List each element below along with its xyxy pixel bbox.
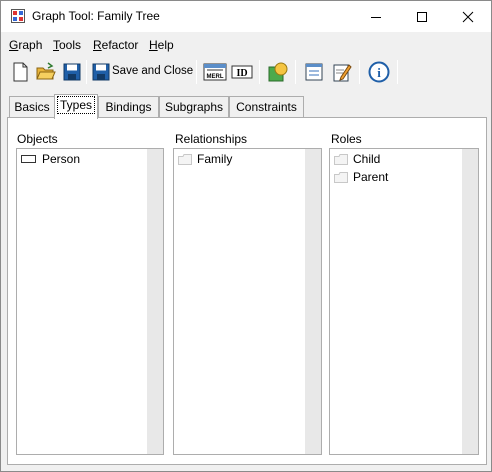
menu-tools[interactable]: Tools	[53, 38, 81, 52]
svg-text:ID: ID	[236, 68, 247, 79]
list-item-parent[interactable]: Parent	[334, 169, 388, 185]
objects-label: Objects	[17, 132, 58, 146]
save-button[interactable]	[60, 60, 84, 84]
maximize-button[interactable]	[399, 1, 445, 32]
form-button[interactable]	[302, 60, 326, 84]
minimize-button[interactable]	[353, 1, 399, 32]
relationships-scrollbar[interactable]	[305, 149, 321, 454]
merl-button[interactable]: MERL	[202, 60, 228, 84]
open-folder-icon	[36, 62, 56, 80]
info-button[interactable]: i	[367, 60, 391, 84]
relationship-type-icon	[178, 154, 192, 165]
tab-subgraphs[interactable]: Subgraphs	[159, 96, 229, 117]
menu-graph[interactable]: Graph	[9, 38, 42, 52]
role-type-icon	[334, 154, 348, 165]
save-and-close-button[interactable]	[89, 60, 113, 84]
object-type-icon	[21, 155, 36, 163]
floppy-save-icon	[92, 63, 110, 81]
id-button[interactable]: ID	[230, 60, 254, 84]
minimize-icon	[371, 16, 381, 18]
toolbar-separator	[259, 60, 260, 84]
toolbar-separator	[86, 60, 87, 84]
graph-tool-window: Graph Tool: Family Tree Graph Tools Refa…	[0, 0, 492, 472]
tab-types[interactable]: Types	[54, 94, 98, 119]
save-and-close-label[interactable]: Save and Close	[112, 65, 193, 77]
roles-label: Roles	[331, 132, 362, 146]
menu-refactor[interactable]: Refactor	[93, 38, 138, 52]
close-icon	[462, 11, 474, 22]
roles-list[interactable]: Child Parent	[329, 148, 479, 455]
close-button[interactable]	[445, 1, 491, 32]
floppy-save-icon	[63, 63, 81, 81]
tab-constraints[interactable]: Constraints	[229, 96, 304, 117]
objects-list[interactable]: Person	[16, 148, 164, 455]
toolbar-separator	[359, 60, 360, 84]
relationships-label: Relationships	[175, 132, 248, 146]
tab-basics[interactable]: Basics	[9, 96, 55, 117]
id-icon: ID	[231, 65, 253, 79]
toolbar-separator	[295, 60, 296, 84]
info-icon: i	[368, 61, 390, 83]
toolbar-separator	[196, 60, 197, 84]
new-button[interactable]	[8, 60, 32, 84]
tab-bindings[interactable]: Bindings	[98, 96, 159, 117]
window-title: Graph Tool: Family Tree	[32, 9, 160, 23]
relationships-list[interactable]: Family	[173, 148, 322, 455]
toolbar-separator	[397, 60, 398, 84]
merl-icon: MERL	[203, 63, 227, 81]
toolbar: Save and Close MERL ID i	[1, 57, 491, 87]
menu-bar: Graph Tools Refactor Help	[1, 34, 491, 56]
app-icon	[11, 9, 25, 23]
role-type-icon	[334, 172, 348, 183]
maximize-icon	[417, 11, 427, 22]
tab-strip: Basics Types Bindings Subgraphs Constrai…	[1, 94, 491, 119]
open-button[interactable]	[34, 60, 58, 84]
shapes-button[interactable]	[266, 60, 290, 84]
svg-text:i: i	[377, 65, 381, 80]
menu-help[interactable]: Help	[149, 38, 174, 52]
form-window-icon	[305, 63, 323, 81]
edit-button[interactable]	[330, 60, 354, 84]
svg-text:MERL: MERL	[207, 74, 224, 80]
list-item-family[interactable]: Family	[178, 151, 232, 167]
edit-pencil-icon	[333, 64, 352, 82]
list-item-child[interactable]: Child	[334, 151, 380, 167]
objects-scrollbar[interactable]	[147, 149, 163, 454]
roles-scrollbar[interactable]	[462, 149, 478, 454]
list-item-person[interactable]: Person	[21, 151, 80, 167]
title-bar[interactable]: Graph Tool: Family Tree	[1, 1, 491, 32]
new-document-icon	[13, 62, 28, 82]
shapes-icon	[268, 62, 288, 82]
